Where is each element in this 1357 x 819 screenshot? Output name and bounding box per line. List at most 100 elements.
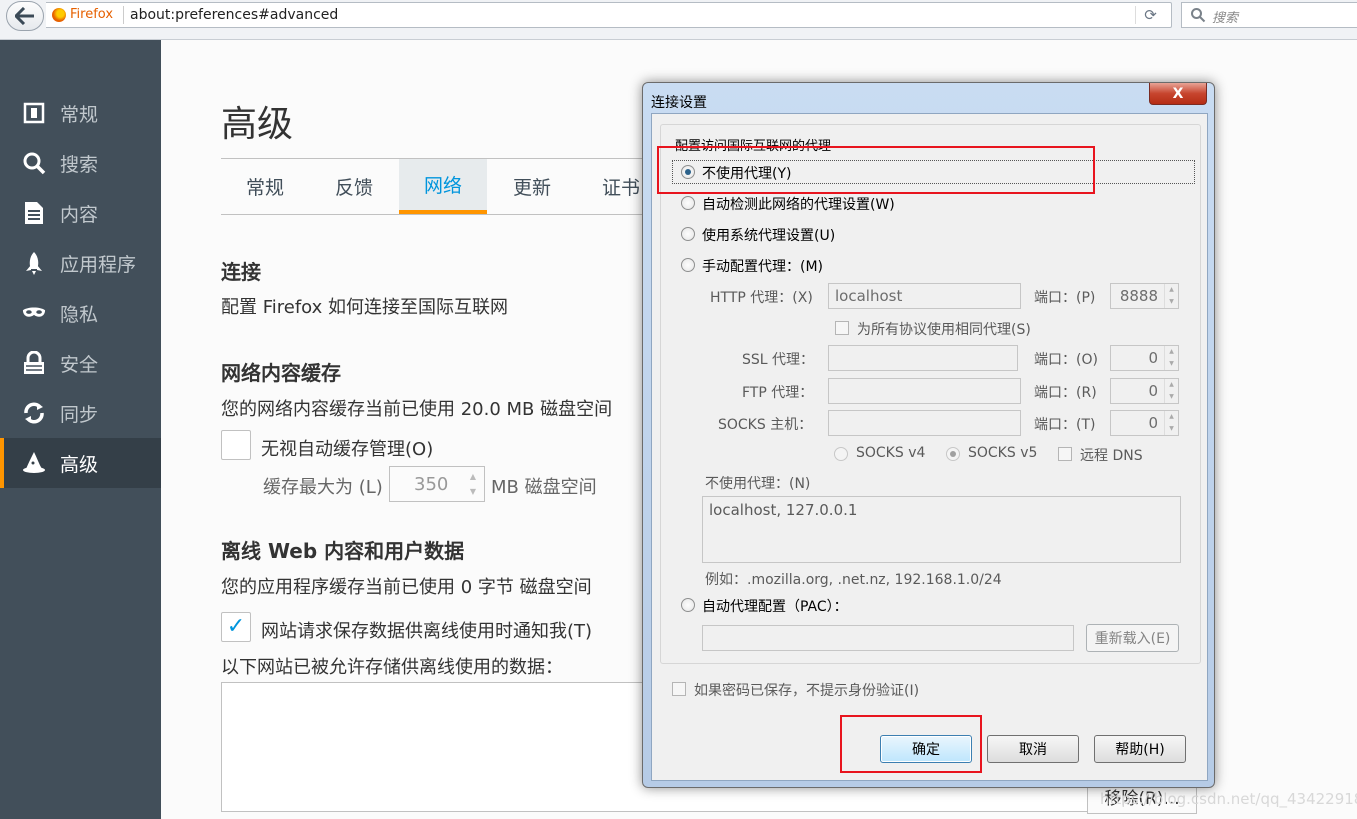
ssl-proxy-input[interactable] bbox=[828, 345, 1018, 371]
cache-heading: 网络内容缓存 bbox=[221, 361, 341, 385]
url-text[interactable]: about:preferences#advanced bbox=[130, 7, 338, 23]
pac-url-input[interactable] bbox=[702, 625, 1074, 651]
dialog-client-area: 配置访问国际互联网的代理 不使用代理(Y) 自动检测此网络的代理设置(W) 使用… bbox=[651, 113, 1208, 781]
http-port-label: 端口：(P) bbox=[1034, 290, 1096, 306]
auto-detect-radio[interactable] bbox=[681, 196, 695, 210]
offline-list-label: 以下网站已被允许存储供离线使用的数据： bbox=[221, 657, 563, 678]
sidebar-item-label: 同步 bbox=[60, 404, 99, 426]
spin-up-icon[interactable]: ▲ bbox=[1164, 379, 1178, 391]
sidebar-item-label: 隐私 bbox=[60, 304, 99, 326]
remote-dns-checkbox[interactable] bbox=[1058, 447, 1072, 461]
tab-general[interactable]: 常规 bbox=[221, 159, 309, 214]
search-placeholder: 搜索 bbox=[1212, 11, 1239, 26]
search-icon bbox=[1191, 8, 1206, 23]
tab-data-choices[interactable]: 反馈 bbox=[310, 159, 398, 214]
http-proxy-label: HTTP 代理：(X) bbox=[710, 290, 813, 306]
ftp-proxy-label: FTP 代理： bbox=[742, 385, 814, 401]
spin-down-icon[interactable]: ▼ bbox=[464, 484, 482, 499]
sidebar-item-applications[interactable]: 应用程序 bbox=[0, 238, 161, 288]
ftp-port-input[interactable]: 0 ▲ ▼ bbox=[1110, 378, 1179, 404]
cache-limit-unit: MB 磁盘空间 bbox=[491, 477, 597, 498]
system-proxy-radio[interactable] bbox=[681, 227, 695, 241]
cancel-button[interactable]: 取消 bbox=[987, 735, 1079, 763]
manual-proxy-radio[interactable] bbox=[681, 258, 695, 272]
offline-usage: 您的应用程序缓存当前已使用 0 字节 磁盘空间 bbox=[221, 577, 592, 598]
system-proxy-label: 使用系统代理设置(U) bbox=[702, 228, 836, 244]
sidebar-item-label: 高级 bbox=[60, 454, 99, 476]
tab-network[interactable]: 网络 bbox=[399, 159, 487, 214]
cache-limit-input[interactable]: 350 ▲ ▼ bbox=[389, 466, 485, 502]
spin-down-icon[interactable]: ▼ bbox=[1164, 423, 1178, 435]
site-identity[interactable]: Firefox bbox=[52, 7, 113, 22]
spin-down-icon[interactable]: ▼ bbox=[1164, 358, 1178, 370]
http-port-value: 8888 bbox=[1119, 287, 1158, 305]
socks-host-input[interactable] bbox=[828, 410, 1021, 436]
offline-notify-label: 网站请求保存数据供离线使用时通知我(T) bbox=[261, 621, 593, 642]
watermark: https://blog.csdn.net/qq_43422918 bbox=[1100, 790, 1357, 808]
same-proxy-checkbox[interactable] bbox=[835, 321, 849, 335]
close-icon: X bbox=[1172, 85, 1184, 102]
ssl-port-input[interactable]: 0 ▲ ▼ bbox=[1110, 345, 1179, 371]
sidebar-item-privacy[interactable]: 隐私 bbox=[0, 288, 161, 338]
firefox-logo-icon bbox=[52, 7, 66, 22]
reload-button[interactable]: ⟳ bbox=[1135, 6, 1165, 24]
help-button[interactable]: 帮助(H) bbox=[1094, 735, 1186, 763]
connection-description: 配置 Firefox 如何连接至国际互联网 bbox=[221, 297, 509, 318]
spin-down-icon[interactable]: ▼ bbox=[1164, 391, 1178, 403]
mask-icon bbox=[22, 301, 46, 325]
sidebar-item-advanced[interactable]: 高级 bbox=[0, 438, 161, 488]
search-bar[interactable]: 搜索 bbox=[1181, 2, 1357, 28]
ssl-port-value: 0 bbox=[1148, 349, 1158, 367]
sidebar-item-sync[interactable]: 同步 bbox=[0, 388, 161, 438]
reload-pac-button[interactable]: 重新载入(E) bbox=[1086, 624, 1179, 652]
checkmark-icon: ✓ bbox=[226, 614, 246, 639]
reload-icon: ⟳ bbox=[1144, 6, 1157, 24]
http-port-input[interactable]: 8888 ▲ ▼ bbox=[1110, 283, 1179, 309]
spin-up-icon[interactable]: ▲ bbox=[1164, 346, 1178, 358]
preferences-sidebar: 常规 搜索 内容 应用程序 隐私 安全 同步 高级 bbox=[0, 40, 161, 819]
dialog-title: 连接设置 bbox=[651, 95, 707, 111]
socks-v5-label: SOCKS v5 bbox=[968, 445, 1038, 461]
url-bar[interactable]: Firefox about:preferences#advanced ⟳ bbox=[46, 2, 1172, 28]
socks-port-input[interactable]: 0 ▲ ▼ bbox=[1110, 410, 1179, 436]
tab-update[interactable]: 更新 bbox=[488, 159, 576, 214]
spin-up-icon[interactable]: ▲ bbox=[464, 469, 482, 484]
socks-v4-label: SOCKS v4 bbox=[856, 445, 926, 461]
same-proxy-label: 为所有协议使用相同代理(S) bbox=[857, 322, 1031, 338]
ftp-proxy-input[interactable] bbox=[828, 378, 1021, 404]
no-auth-prompt-label: 如果密码已保存，不提示身份验证(I) bbox=[694, 683, 920, 699]
sidebar-item-content[interactable]: 内容 bbox=[0, 188, 161, 238]
wizard-hat-icon bbox=[22, 451, 46, 475]
socks-v5-radio[interactable] bbox=[946, 447, 960, 461]
cache-limit-label: 缓存最大为 (L) bbox=[263, 477, 383, 498]
pac-label: 自动代理配置（PAC）： bbox=[702, 599, 848, 615]
identity-separator bbox=[123, 6, 124, 24]
ssl-proxy-label: SSL 代理： bbox=[742, 352, 815, 368]
offline-notify-checkbox[interactable]: ✓ bbox=[221, 612, 251, 642]
spin-down-icon[interactable]: ▼ bbox=[1164, 296, 1178, 308]
socks-port-label: 端口：(T) bbox=[1034, 417, 1096, 433]
no-proxy-for-textarea[interactable]: localhost, 127.0.0.1 bbox=[702, 496, 1181, 563]
page-title: 高级 bbox=[221, 104, 294, 145]
annotation-box-no-proxy bbox=[657, 146, 1095, 194]
sidebar-item-security[interactable]: 安全 bbox=[0, 338, 161, 388]
socks-v4-radio[interactable] bbox=[834, 447, 848, 461]
auto-detect-label: 自动检测此网络的代理设置(W) bbox=[702, 197, 895, 213]
back-button[interactable] bbox=[6, 1, 44, 31]
socks-host-label: SOCKS 主机： bbox=[718, 417, 813, 433]
rocket-icon bbox=[22, 251, 46, 275]
close-button[interactable]: X bbox=[1149, 83, 1207, 105]
ftp-port-value: 0 bbox=[1148, 382, 1158, 400]
lock-icon bbox=[22, 351, 46, 375]
back-arrow-icon bbox=[15, 7, 34, 25]
sidebar-item-label: 内容 bbox=[60, 204, 99, 226]
sidebar-item-general[interactable]: 常规 bbox=[0, 88, 161, 138]
remote-dns-label: 远程 DNS bbox=[1080, 448, 1143, 464]
pac-radio[interactable] bbox=[681, 598, 695, 612]
http-proxy-input[interactable]: localhost bbox=[828, 283, 1021, 309]
sidebar-item-search[interactable]: 搜索 bbox=[0, 138, 161, 188]
no-auth-prompt-checkbox[interactable] bbox=[672, 682, 686, 696]
spin-up-icon[interactable]: ▲ bbox=[1164, 411, 1178, 423]
override-cache-checkbox[interactable] bbox=[221, 430, 251, 460]
spin-up-icon[interactable]: ▲ bbox=[1164, 284, 1178, 296]
